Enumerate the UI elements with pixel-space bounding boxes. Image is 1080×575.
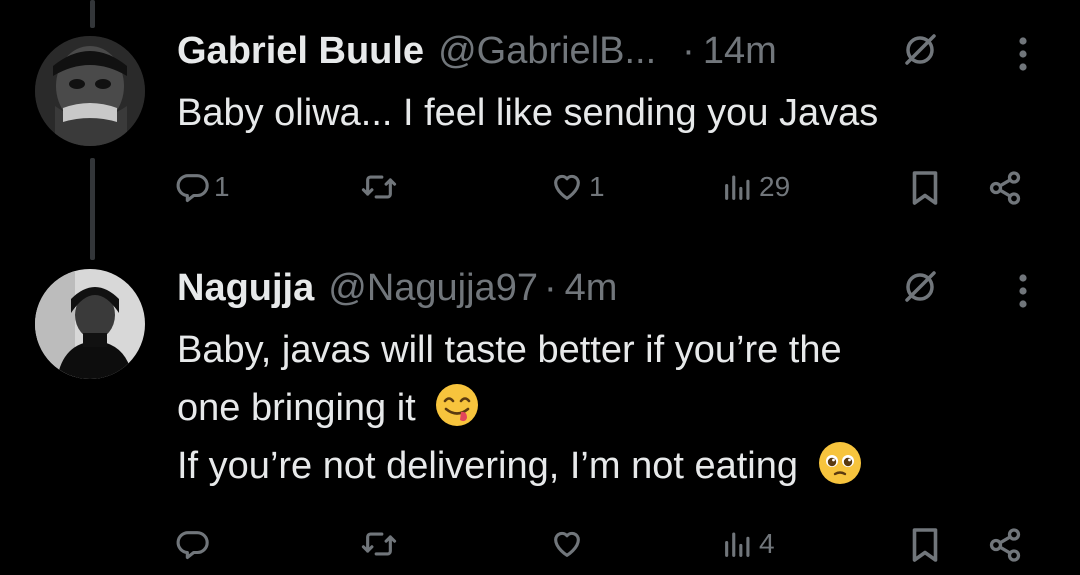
views-button[interactable]: 29 <box>721 170 790 204</box>
share-button[interactable] <box>986 170 1024 206</box>
bookmark-icon <box>912 528 938 562</box>
tweet-line: Baby oliwa... I feel like sending you Ja… <box>177 92 879 134</box>
yum-emoji-icon <box>436 384 479 426</box>
action-bar: 1 1 29 <box>0 170 1080 210</box>
handle[interactable]: @Nagujja97 <box>328 267 538 310</box>
tweet-text: Baby oliwa... I feel like sending you Ja… <box>177 84 878 142</box>
tweet-text: Baby, javas will taste better if you’re … <box>177 321 863 495</box>
reply-count: 1 <box>214 171 230 202</box>
views-count: 4 <box>759 528 775 559</box>
more-icon[interactable] <box>1018 272 1028 310</box>
reply-icon <box>176 174 209 203</box>
heart-icon <box>554 174 580 200</box>
tweet-line: Baby, javas will taste better if you’re … <box>177 329 842 371</box>
retweet-icon <box>361 532 397 556</box>
tweet-nagujja[interactable]: Nagujja @Nagujja97 · 4m Baby, javas will… <box>0 255 1080 575</box>
tweet-gabriel[interactable]: Gabriel Buule @GabrielB... · 14m Baby ol… <box>0 0 1080 250</box>
separator-dot: · <box>543 266 557 309</box>
views-count: 29 <box>759 171 791 202</box>
timestamp[interactable]: 4m <box>565 267 618 310</box>
more-icon[interactable] <box>1018 35 1028 73</box>
share-icon <box>989 171 1021 205</box>
views-button[interactable]: 4 <box>721 527 775 561</box>
bookmark-button[interactable] <box>910 527 940 563</box>
action-bar: 4 <box>0 527 1080 567</box>
avatar[interactable] <box>35 36 145 146</box>
tweet-header: Gabriel Buule @GabrielB... · 14m <box>177 28 777 74</box>
share-button[interactable] <box>986 527 1024 563</box>
tweet-line-with-emoji: If you’re not delivering, I’m not eating <box>177 437 863 495</box>
avatar[interactable] <box>35 269 145 379</box>
views-icon <box>725 532 750 557</box>
display-name[interactable]: Nagujja <box>177 267 314 310</box>
grok-icon[interactable] <box>903 270 937 304</box>
heart-icon <box>554 531 580 557</box>
reply-button[interactable] <box>176 527 214 561</box>
grok-icon[interactable] <box>903 33 937 67</box>
retweet-icon <box>361 175 397 199</box>
tweet-line-with-emoji: one bringing it <box>177 379 863 437</box>
share-icon <box>989 528 1021 562</box>
tweet-header: Nagujja @Nagujja97 · 4m <box>177 265 617 311</box>
timestamp[interactable]: 14m <box>703 30 777 73</box>
display-name[interactable]: Gabriel Buule <box>177 30 424 73</box>
handle[interactable]: @GabrielB... <box>438 30 656 73</box>
like-count: 1 <box>589 171 605 202</box>
views-icon <box>725 175 750 200</box>
retweet-button[interactable] <box>360 170 398 204</box>
reply-button[interactable]: 1 <box>176 170 230 204</box>
pleading-face-emoji-icon <box>818 442 861 484</box>
like-button[interactable]: 1 <box>549 170 605 204</box>
like-button[interactable] <box>549 527 589 561</box>
bookmark-button[interactable] <box>910 170 940 206</box>
tweet-line: one bringing it <box>177 387 416 429</box>
tweet-line: If you’re not delivering, I’m not eating <box>177 445 799 487</box>
avatar-image <box>35 36 145 146</box>
retweet-button[interactable] <box>360 527 398 561</box>
reply-icon <box>176 531 209 560</box>
avatar-image <box>35 269 145 379</box>
separator-dot: · <box>682 29 695 72</box>
bookmark-icon <box>912 171 938 205</box>
